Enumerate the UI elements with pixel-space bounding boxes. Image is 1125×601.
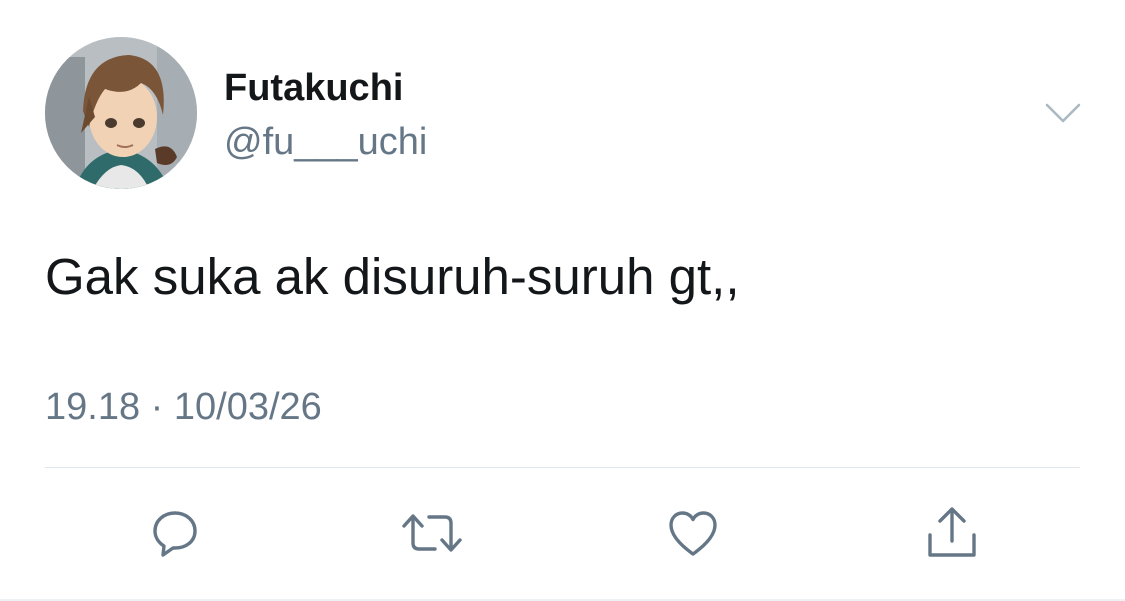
display-name[interactable]: Futakuchi <box>224 66 403 110</box>
retweet-button[interactable] <box>402 503 462 563</box>
reply-button[interactable] <box>145 503 205 563</box>
tweet-timestamp[interactable]: 19.18 · 10/03/26 <box>45 385 322 429</box>
share-icon <box>924 505 980 561</box>
tweet-card: Futakuchi @fu___uchi Gak suka ak disuruh… <box>0 0 1125 601</box>
heart-icon <box>666 508 720 558</box>
like-button[interactable] <box>663 503 723 563</box>
share-button[interactable] <box>922 503 982 563</box>
reply-icon <box>149 507 201 559</box>
tweet-text: Gak suka ak disuruh-suruh gt,, <box>45 248 740 305</box>
avatar-image <box>45 37 197 189</box>
divider <box>45 467 1080 468</box>
retweet-icon <box>401 507 463 559</box>
avatar[interactable] <box>45 37 197 189</box>
chevron-down-icon[interactable] <box>1044 100 1082 126</box>
user-handle[interactable]: @fu___uchi <box>224 120 427 164</box>
